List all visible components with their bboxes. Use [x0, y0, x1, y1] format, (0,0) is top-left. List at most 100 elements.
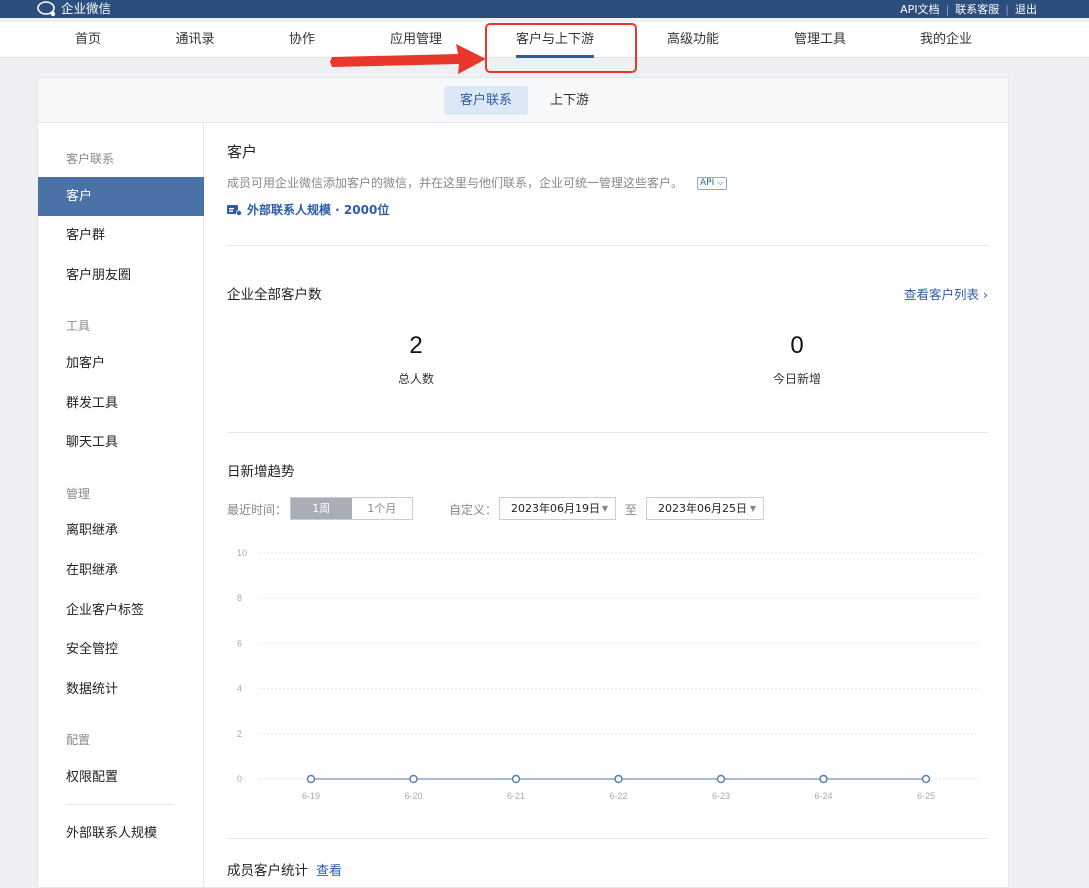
- separator: |: [1005, 2, 1009, 16]
- api-badge-label: API: [700, 178, 715, 188]
- dropdown-caret-icon: ▼: [601, 504, 608, 513]
- content-area: 客户 成员可用企业微信添加客户的微信，并在这里与他们联系，企业可统一管理这些客户…: [227, 123, 988, 888]
- member-stats-title: 成员客户统计: [227, 863, 308, 879]
- separator: |: [945, 2, 950, 16]
- section-divider: [227, 245, 988, 246]
- annotation-arrow-icon: [330, 44, 486, 74]
- section-divider: [227, 838, 988, 839]
- data-point: [511, 774, 521, 784]
- custom-range-label: 自定义：: [449, 503, 498, 517]
- sidebar-divider: [66, 804, 174, 805]
- sub-tabs: 客户联系 上下游: [38, 78, 1008, 123]
- date-from-select[interactable]: 2023年06月19日 ▼: [499, 497, 616, 520]
- sidebar-item-resigned-inherit[interactable]: 离职继承: [38, 511, 204, 550]
- view-customer-list-link[interactable]: 查看客户列表 ›: [904, 284, 988, 303]
- annotation-highlight-box: [485, 23, 637, 73]
- sidebar-item-chat-tool[interactable]: 聊天工具: [38, 423, 204, 462]
- y-tick-label: 10: [237, 548, 247, 558]
- sidebar-item-security-control[interactable]: 安全管控: [38, 630, 204, 669]
- sidebar: 客户联系 客户 客户群 客户朋友圈 工具 加客户 群发工具 聊天工具 管理 离职…: [38, 123, 204, 888]
- top-links: API文档 | 联系客服 | 退出: [900, 0, 1037, 18]
- x-tick-label: 6-25: [917, 791, 935, 801]
- period-month-option[interactable]: 1个月: [352, 498, 413, 519]
- description-text: 成员可用企业微信添加客户的微信，并在这里与他们联系，企业可统一管理这些客户。: [227, 176, 684, 190]
- contact-support-link[interactable]: 联系客服: [955, 1, 999, 17]
- x-tick-label: 6-24: [814, 791, 832, 801]
- data-point: [819, 774, 828, 784]
- nav-my-company[interactable]: 我的企业: [920, 22, 972, 58]
- x-tick-label: 6-20: [404, 791, 422, 801]
- nav-home[interactable]: 首页: [75, 22, 101, 58]
- logout-link[interactable]: 退出: [1015, 1, 1037, 17]
- chevron-right-icon: ›: [983, 287, 988, 302]
- member-stats-section: 成员客户统计 查看: [227, 859, 342, 879]
- trend-title: 日新增趋势: [227, 464, 295, 480]
- sidebar-item-permissions[interactable]: 权限配置: [38, 758, 204, 797]
- date-to-value: 2023年06月25日: [658, 502, 747, 515]
- sidebar-group-title: 工具: [66, 319, 91, 333]
- chevron-down-icon: ⌵: [717, 178, 724, 188]
- period-week-option[interactable]: 1周: [291, 498, 352, 519]
- y-tick-label: 6: [237, 638, 242, 648]
- date-to-select[interactable]: 2023年06月25日 ▼: [646, 497, 764, 520]
- sidebar-group-title: 管理: [66, 487, 91, 501]
- brand-name: 企业微信: [61, 1, 112, 16]
- period-selector: 1周 1个月: [290, 497, 413, 520]
- nav-collaboration[interactable]: 协作: [289, 22, 315, 58]
- api-badge[interactable]: API ⌵: [697, 177, 727, 190]
- nav-advanced[interactable]: 高级功能: [667, 22, 719, 58]
- daily-trend-chart: 0 2 4 6 8 10 6-19 6-20 6-21 6-22 6-23 6-24 6-25: [237, 548, 977, 801]
- sidebar-item-add-customer[interactable]: 加客户: [38, 344, 204, 383]
- recent-time-label: 最近时间：: [227, 503, 288, 517]
- view-list-label: 查看客户列表: [904, 287, 980, 302]
- contact-scale-text: 外部联系人规模 · 2000位: [247, 203, 390, 217]
- stat-total-label: 总人数: [397, 372, 434, 386]
- section-divider: [227, 432, 988, 433]
- top-bar: 企业微信 API文档 | 联系客服 | 退出: [0, 0, 1089, 18]
- sidebar-item-customer-groups[interactable]: 客户群: [38, 216, 204, 255]
- data-point: [306, 774, 316, 784]
- x-tick-label: 6-21: [507, 791, 525, 801]
- sidebar-item-broadcast-tool[interactable]: 群发工具: [38, 384, 204, 423]
- y-tick-label: 2: [237, 729, 242, 739]
- page-description: 成员可用企业微信添加客户的微信，并在这里与他们联系，企业可统一管理这些客户。 AP…: [227, 174, 727, 191]
- api-docs-link[interactable]: API文档: [900, 1, 939, 17]
- data-point: [716, 774, 726, 784]
- sidebar-item-moments[interactable]: 客户朋友圈: [38, 256, 204, 295]
- sidebar-item-customer-tags[interactable]: 企业客户标签: [38, 591, 204, 630]
- stat-today-new: 0 今日新增: [737, 332, 857, 387]
- x-tick-label: 6-19: [302, 791, 320, 801]
- member-stats-view-link[interactable]: 查看: [316, 864, 342, 879]
- main-panel: 客户联系 上下游 客户联系 客户 客户群 客户朋友圈 工具 加客户 群发工具 聊…: [37, 77, 1009, 888]
- sidebar-item-active-inherit[interactable]: 在职继承: [38, 551, 204, 590]
- total-customers-title: 企业全部客户数: [227, 287, 322, 303]
- y-tick-label: 0: [237, 774, 242, 784]
- data-point: [921, 774, 931, 784]
- sidebar-item-customers[interactable]: 客户: [38, 177, 204, 216]
- stat-total: 2 总人数: [356, 332, 476, 387]
- stat-total-value: 2: [409, 332, 423, 359]
- sidebar-item-data-stats[interactable]: 数据统计: [38, 670, 204, 709]
- sidebar-group-title: 客户联系: [66, 152, 115, 166]
- brand-logo[interactable]: 企业微信: [37, 0, 111, 18]
- stat-today-label: 今日新增: [772, 372, 821, 386]
- tab-upstream-downstream[interactable]: 上下游: [534, 86, 605, 115]
- contact-scale-link[interactable]: 外部联系人规模 · 2000位: [227, 201, 389, 218]
- dropdown-caret-icon: ▼: [749, 504, 756, 513]
- x-tick-label: 6-22: [609, 791, 627, 801]
- wecom-logo-icon: [37, 1, 56, 17]
- sidebar-item-contact-scale[interactable]: 外部联系人规模: [38, 814, 204, 853]
- y-tick-label: 8: [237, 593, 242, 603]
- data-point: [409, 774, 418, 784]
- date-from-value: 2023年06月19日: [511, 502, 600, 515]
- nav-contacts[interactable]: 通讯录: [175, 22, 214, 58]
- sidebar-group-title: 配置: [66, 733, 91, 747]
- y-tick-label: 4: [237, 684, 242, 694]
- nav-management-tools[interactable]: 管理工具: [794, 22, 846, 58]
- page-title: 客户: [227, 143, 258, 161]
- tab-customer-contact[interactable]: 客户联系: [444, 86, 529, 115]
- data-point: [614, 774, 623, 784]
- stat-today-value: 0: [790, 332, 804, 359]
- contact-scale-icon: [227, 204, 242, 216]
- to-label: 至: [625, 503, 638, 517]
